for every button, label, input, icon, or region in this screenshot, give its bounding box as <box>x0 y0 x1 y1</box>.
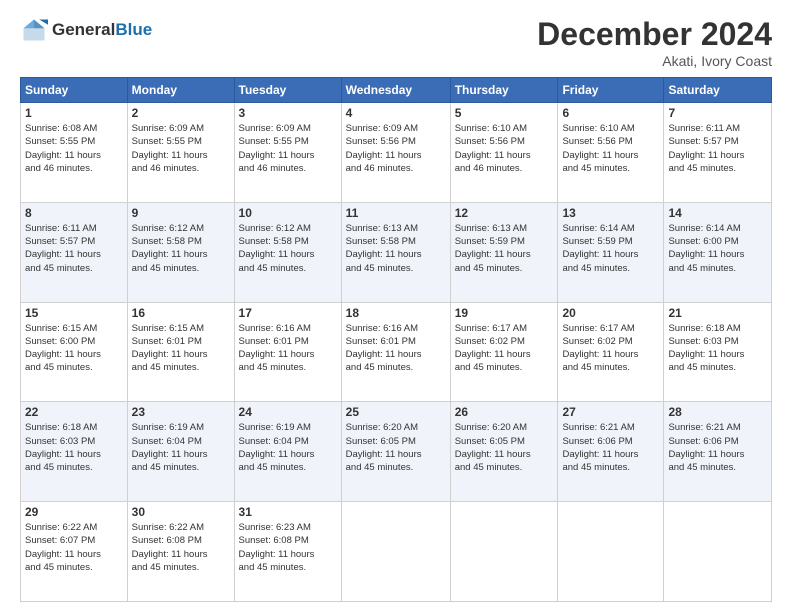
calendar-table: Sunday Monday Tuesday Wednesday Thursday… <box>20 77 772 602</box>
empty-cell-1 <box>341 502 450 602</box>
day-22: 22 Sunrise: 6:18 AMSunset: 6:03 PMDaylig… <box>21 402 128 502</box>
col-saturday: Saturday <box>664 78 772 103</box>
title-block: December 2024 Akati, Ivory Coast <box>537 16 772 69</box>
day-20: 20 Sunrise: 6:17 AMSunset: 6:02 PMDaylig… <box>558 302 664 402</box>
day-29: 29 Sunrise: 6:22 AMSunset: 6:07 PMDaylig… <box>21 502 128 602</box>
day-15: 15 Sunrise: 6:15 AMSunset: 6:00 PMDaylig… <box>21 302 128 402</box>
empty-cell-4 <box>664 502 772 602</box>
day-24: 24 Sunrise: 6:19 AMSunset: 6:04 PMDaylig… <box>234 402 341 502</box>
col-tuesday: Tuesday <box>234 78 341 103</box>
day-31: 31 Sunrise: 6:23 AMSunset: 6:08 PMDaylig… <box>234 502 341 602</box>
day-5: 5 Sunrise: 6:10 AMSunset: 5:56 PMDayligh… <box>450 103 558 203</box>
day-28: 28 Sunrise: 6:21 AMSunset: 6:06 PMDaylig… <box>664 402 772 502</box>
day-9: 9 Sunrise: 6:12 AMSunset: 5:58 PMDayligh… <box>127 202 234 302</box>
logo-general: General <box>52 20 115 39</box>
day-6: 6 Sunrise: 6:10 AMSunset: 5:56 PMDayligh… <box>558 103 664 203</box>
logo: GeneralBlue <box>20 16 152 44</box>
col-friday: Friday <box>558 78 664 103</box>
calendar-header-row: Sunday Monday Tuesday Wednesday Thursday… <box>21 78 772 103</box>
day-10: 10 Sunrise: 6:12 AMSunset: 5:58 PMDaylig… <box>234 202 341 302</box>
week-row-2: 8 Sunrise: 6:11 AMSunset: 5:57 PMDayligh… <box>21 202 772 302</box>
day-14: 14 Sunrise: 6:14 AMSunset: 6:00 PMDaylig… <box>664 202 772 302</box>
week-row-4: 22 Sunrise: 6:18 AMSunset: 6:03 PMDaylig… <box>21 402 772 502</box>
day-18: 18 Sunrise: 6:16 AMSunset: 6:01 PMDaylig… <box>341 302 450 402</box>
col-sunday: Sunday <box>21 78 128 103</box>
day-27: 27 Sunrise: 6:21 AMSunset: 6:06 PMDaylig… <box>558 402 664 502</box>
logo-icon <box>20 16 48 44</box>
day-17: 17 Sunrise: 6:16 AMSunset: 6:01 PMDaylig… <box>234 302 341 402</box>
day-30: 30 Sunrise: 6:22 AMSunset: 6:08 PMDaylig… <box>127 502 234 602</box>
day-12: 12 Sunrise: 6:13 AMSunset: 5:59 PMDaylig… <box>450 202 558 302</box>
week-row-5: 29 Sunrise: 6:22 AMSunset: 6:07 PMDaylig… <box>21 502 772 602</box>
week-row-1: 1 Sunrise: 6:08 AMSunset: 5:55 PMDayligh… <box>21 103 772 203</box>
location: Akati, Ivory Coast <box>537 53 772 69</box>
week-row-3: 15 Sunrise: 6:15 AMSunset: 6:00 PMDaylig… <box>21 302 772 402</box>
day-19: 19 Sunrise: 6:17 AMSunset: 6:02 PMDaylig… <box>450 302 558 402</box>
day-3: 3 Sunrise: 6:09 AMSunset: 5:55 PMDayligh… <box>234 103 341 203</box>
day-25: 25 Sunrise: 6:20 AMSunset: 6:05 PMDaylig… <box>341 402 450 502</box>
day-1: 1 Sunrise: 6:08 AMSunset: 5:55 PMDayligh… <box>21 103 128 203</box>
header: GeneralBlue December 2024 Akati, Ivory C… <box>20 16 772 69</box>
empty-cell-3 <box>558 502 664 602</box>
day-26: 26 Sunrise: 6:20 AMSunset: 6:05 PMDaylig… <box>450 402 558 502</box>
day-16: 16 Sunrise: 6:15 AMSunset: 6:01 PMDaylig… <box>127 302 234 402</box>
calendar-page: GeneralBlue December 2024 Akati, Ivory C… <box>0 0 792 612</box>
day-7: 7 Sunrise: 6:11 AMSunset: 5:57 PMDayligh… <box>664 103 772 203</box>
col-wednesday: Wednesday <box>341 78 450 103</box>
day-2: 2 Sunrise: 6:09 AMSunset: 5:55 PMDayligh… <box>127 103 234 203</box>
day-4: 4 Sunrise: 6:09 AMSunset: 5:56 PMDayligh… <box>341 103 450 203</box>
empty-cell-2 <box>450 502 558 602</box>
month-title: December 2024 <box>537 16 772 53</box>
col-thursday: Thursday <box>450 78 558 103</box>
day-11: 11 Sunrise: 6:13 AMSunset: 5:58 PMDaylig… <box>341 202 450 302</box>
day-23: 23 Sunrise: 6:19 AMSunset: 6:04 PMDaylig… <box>127 402 234 502</box>
day-8: 8 Sunrise: 6:11 AMSunset: 5:57 PMDayligh… <box>21 202 128 302</box>
day-21: 21 Sunrise: 6:18 AMSunset: 6:03 PMDaylig… <box>664 302 772 402</box>
logo-blue: Blue <box>115 20 152 39</box>
logo-text-block: GeneralBlue <box>52 21 152 40</box>
day-13: 13 Sunrise: 6:14 AMSunset: 5:59 PMDaylig… <box>558 202 664 302</box>
col-monday: Monday <box>127 78 234 103</box>
